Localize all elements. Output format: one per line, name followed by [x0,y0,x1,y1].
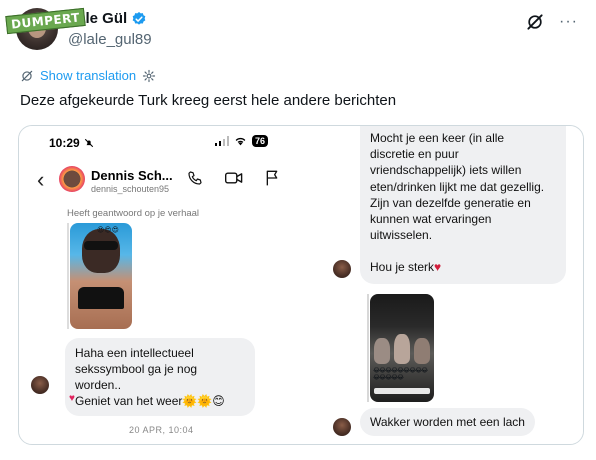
chat-contact-name[interactable]: Dennis Sch... [91,168,173,183]
message-bubble-3[interactable]: Wakker worden met een lach [360,408,535,436]
dm-screenshot-left: 10:29 76 ‹ Dennis Sch... dennis_schouten… [19,126,305,444]
chat-avatar[interactable] [59,166,85,192]
story-photo-bikini [78,287,124,309]
story-emoji: 😍😍😍 [97,227,119,234]
message-2-closing: Hou je sterk [370,260,435,275]
video-emoji-overlay: 😂😂😂😂😂😂😂😂😂😂😂😂😂😂 [373,368,428,381]
red-heart-icon: ♥ [434,260,442,275]
tweet-media[interactable]: 10:29 76 ‹ Dennis Sch... dennis_schouten… [18,125,584,445]
grok-icon[interactable] [525,12,545,32]
translate-icon [21,70,33,81]
share-divider [367,294,369,402]
video-person-2 [394,334,410,364]
reply-divider [67,223,69,329]
message-1-line-3: Geniet van het weer🌞🌞😊 [75,394,225,408]
tweet-text: Deze afgekeurde Turk kreeg eerst hele an… [20,92,397,109]
battery-level: 76 [252,135,269,147]
video-icon[interactable] [225,170,243,186]
heart-reaction: ♥ [69,393,75,404]
show-translation-link[interactable]: Show translation [40,68,136,83]
message-2-line-1: Mocht je een keer (in alle [370,131,505,145]
chat-actions [187,170,279,186]
author-handle[interactable]: @lale_gul89 [68,31,152,48]
status-bar-right: 76 [215,135,269,147]
chat-contact-username: dennis_schouten95 [91,184,170,194]
sender-avatar-2[interactable] [333,260,351,278]
silent-bell-icon [84,138,93,148]
message-bubble-1[interactable]: Haha een intellectueel sekssymbool ga je… [65,338,255,416]
shared-video-thumbnail[interactable]: 😂😂😂😂😂😂😂😂😂😂😂😂😂😂 [370,294,434,402]
message-bubble-2[interactable]: Mocht je een keer (in alle discretie en … [360,126,566,284]
message-2-line-5: Zijn van dezelfde generatie en [370,195,531,210]
sender-avatar-3[interactable] [333,418,351,436]
video-person-3 [414,338,430,364]
verified-badge-icon [132,11,146,25]
translate-row: Show translation [20,68,156,83]
tweet-header-actions: ··· [525,12,578,32]
gear-icon[interactable] [142,69,156,83]
phone-icon[interactable] [187,170,203,186]
message-1-line-1: Haha een intellectueel [75,346,194,360]
story-reply-note: Heeft geantwoord op je verhaal [67,208,200,219]
signal-icon [215,136,229,146]
sender-avatar[interactable] [31,376,49,394]
message-1-line-2: sekssymbool ga je nog worden.. [75,362,198,392]
message-2-closing-line: Hou je sterk♥ [370,259,556,275]
message-2-line-6: kunnen wat ervaringen [370,212,492,227]
more-icon[interactable]: ··· [559,14,578,30]
story-photo-sunglasses [84,241,118,250]
message-2-spacer [370,243,556,259]
chat-header: ‹ Dennis Sch... dennis_schouten95 [19,162,305,200]
story-photo-person [82,229,120,273]
chevron-left-icon[interactable]: ‹ [37,167,44,193]
dm-screenshot-right: Mocht je een keer (in alle discretie en … [305,126,583,444]
status-bar-time: 10:29 [49,136,94,150]
story-thumbnail[interactable]: 😍😍😍 [70,223,132,329]
message-2-line-7: uitwisselen. [370,228,433,243]
message-2-line-3: vriendschappelijk) iets willen [370,163,522,178]
wifi-icon [235,137,246,146]
video-person-1 [374,338,390,364]
flag-icon[interactable] [265,170,279,186]
message-timestamp: 20 APR, 10:04 [129,425,194,435]
video-caption-bar [374,388,430,394]
message-2-line-2: discretie en puur [370,147,459,162]
message-2-line-4: eten/drinken lijkt me dat gezellig. [370,179,545,194]
status-time: 10:29 [49,136,80,150]
